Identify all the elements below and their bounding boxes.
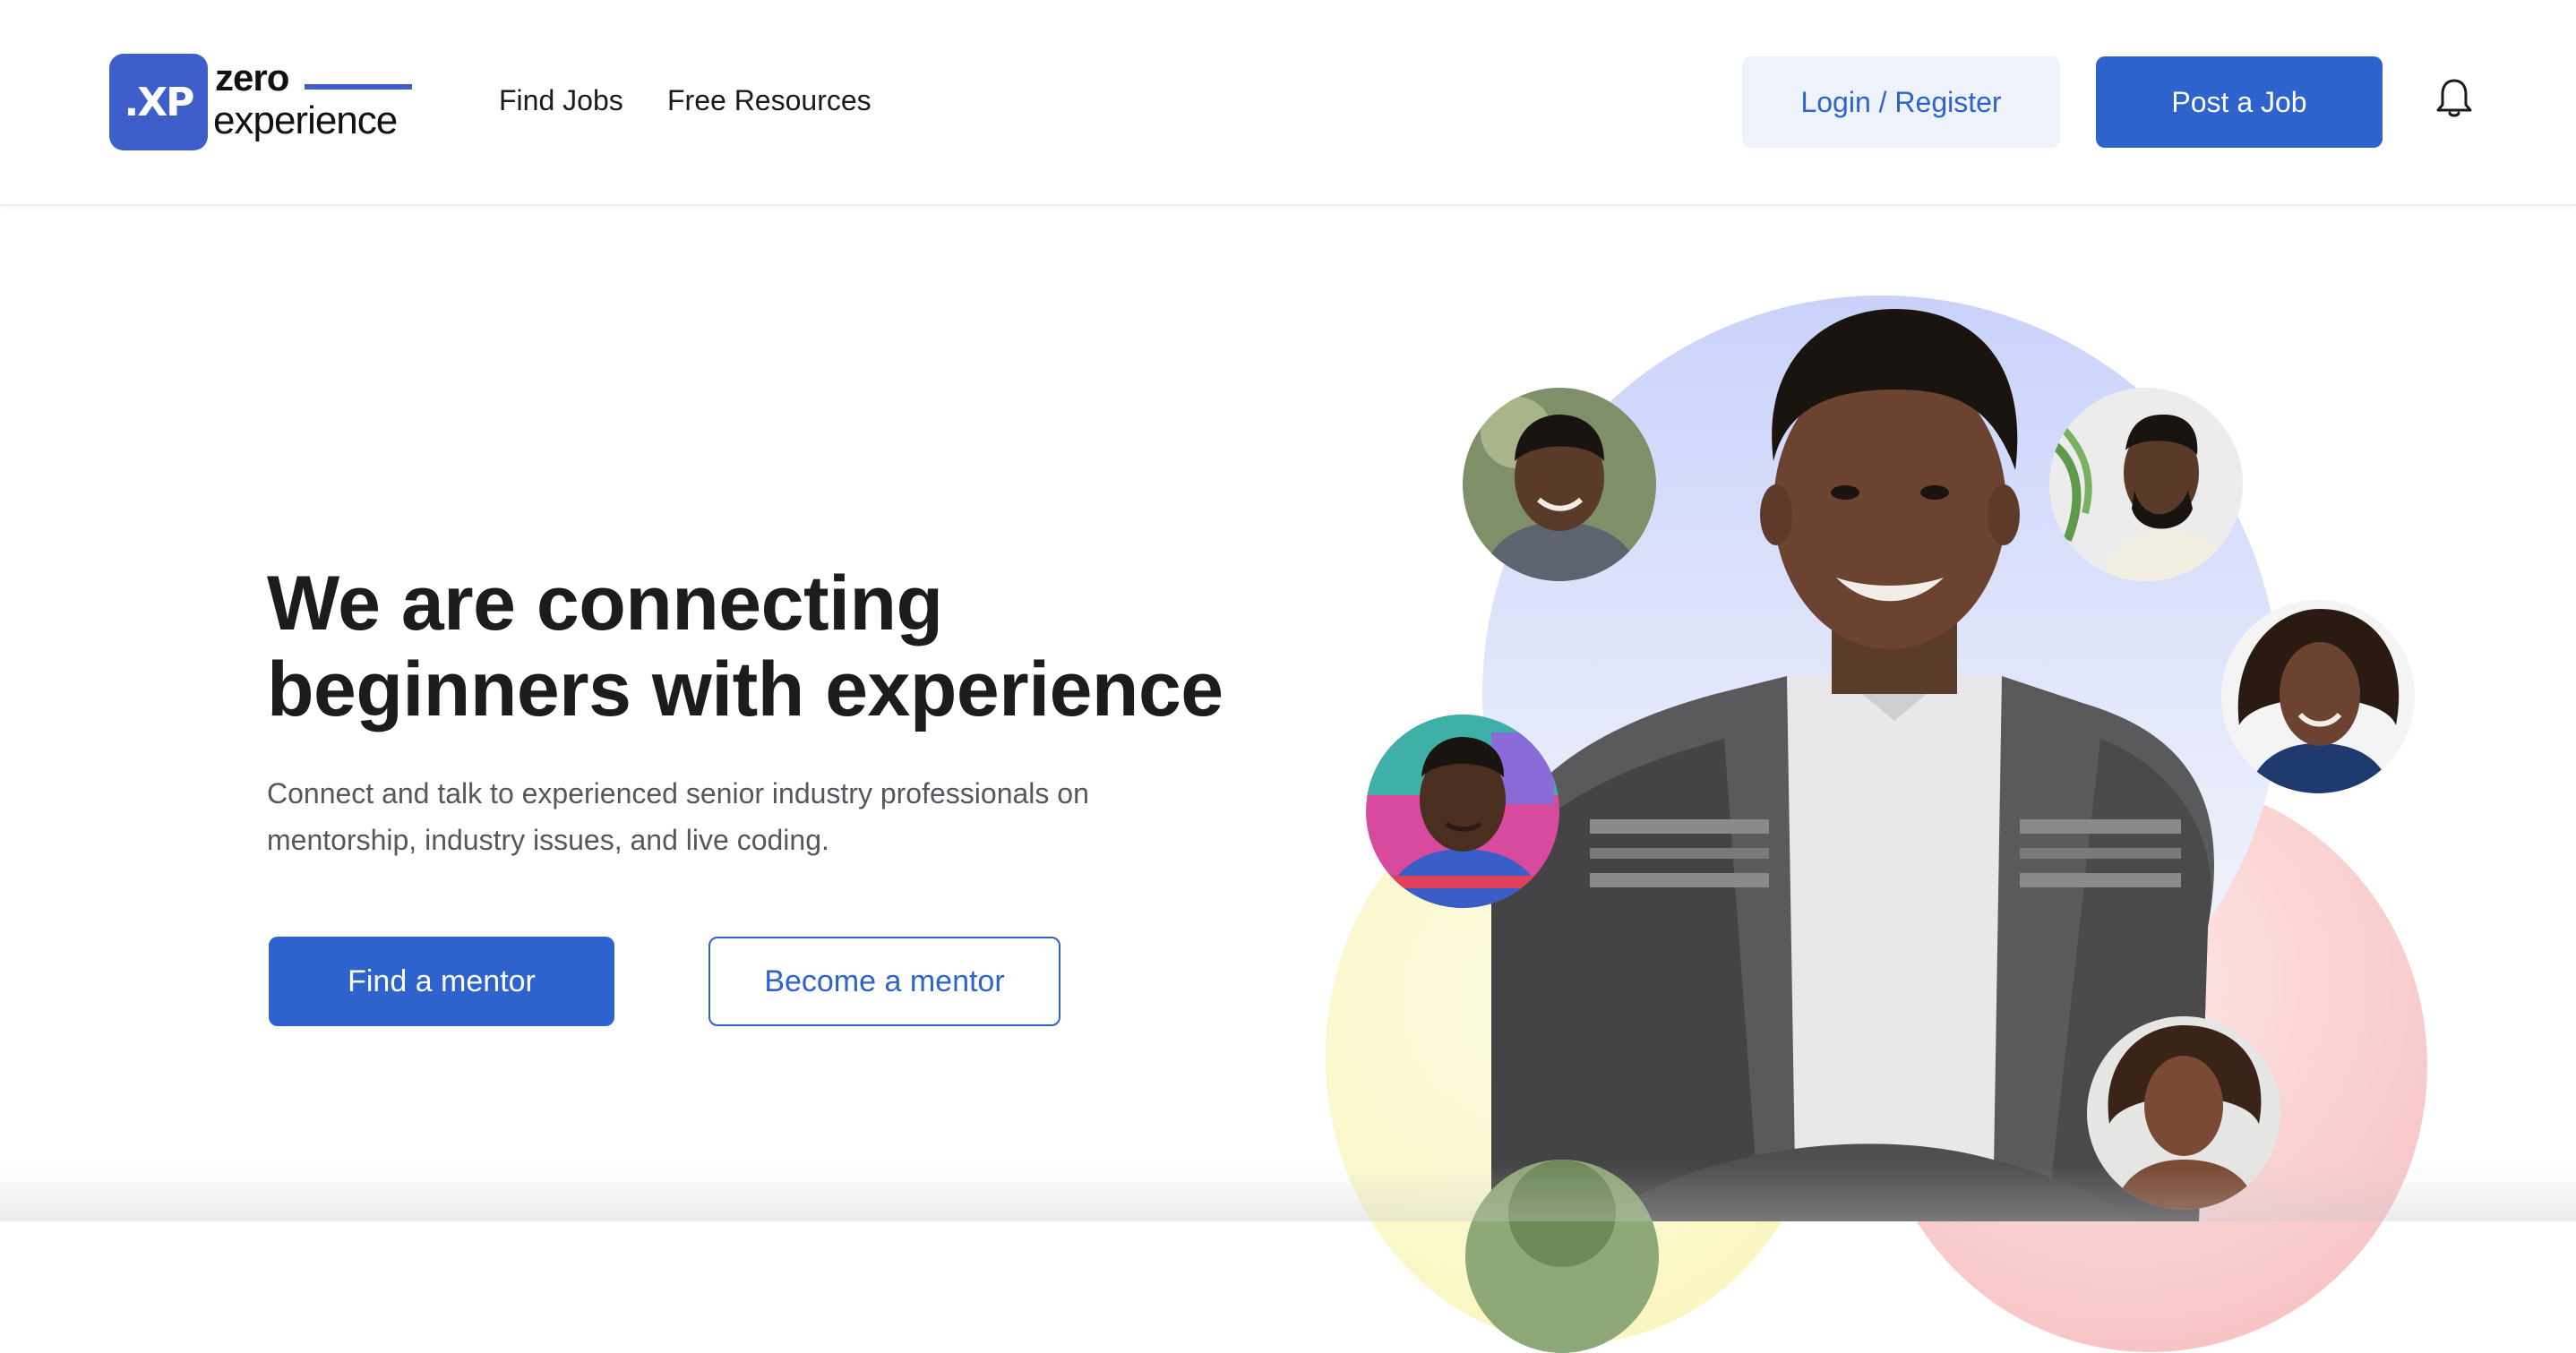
hero-subtitle: Connect and talk to experienced senior i… xyxy=(267,777,1089,856)
mentor-avatar-2 xyxy=(2049,388,2243,581)
nav-free-resources[interactable]: Free Resources xyxy=(667,81,872,120)
logo-accent-line xyxy=(305,84,412,90)
hero-title-line-1: We are connecting xyxy=(267,561,943,647)
bell-icon[interactable] xyxy=(2434,77,2474,120)
mentor-avatar-4 xyxy=(1366,715,1559,908)
mentor-avatar-1 xyxy=(1463,388,1656,581)
hero-title: We are connecting beginners with experie… xyxy=(267,561,1342,732)
zero-experience-logo[interactable]: .XP zero experience xyxy=(109,54,414,152)
login-register-button[interactable]: Login / Register xyxy=(1742,56,2060,148)
mentor-avatar-3 xyxy=(2221,600,2415,793)
post-a-job-button[interactable]: Post a Job xyxy=(2096,56,2383,148)
logo-word-experience: experience xyxy=(213,98,398,142)
site-header: .XP zero experience Find Jobs Free Resou… xyxy=(0,0,2576,206)
become-a-mentor-button[interactable]: Become a mentor xyxy=(708,937,1060,1026)
hero-title-line-2: beginners with experience xyxy=(267,647,1224,732)
find-a-mentor-button[interactable]: Find a mentor xyxy=(269,937,614,1026)
nav-find-jobs[interactable]: Find Jobs xyxy=(499,81,623,120)
logo-word-zero: zero xyxy=(215,56,289,98)
mentor-avatar-5 xyxy=(2087,1016,2280,1210)
logo-mark: .XP xyxy=(109,54,208,150)
mentor-avatar-6 xyxy=(1465,1160,1659,1353)
